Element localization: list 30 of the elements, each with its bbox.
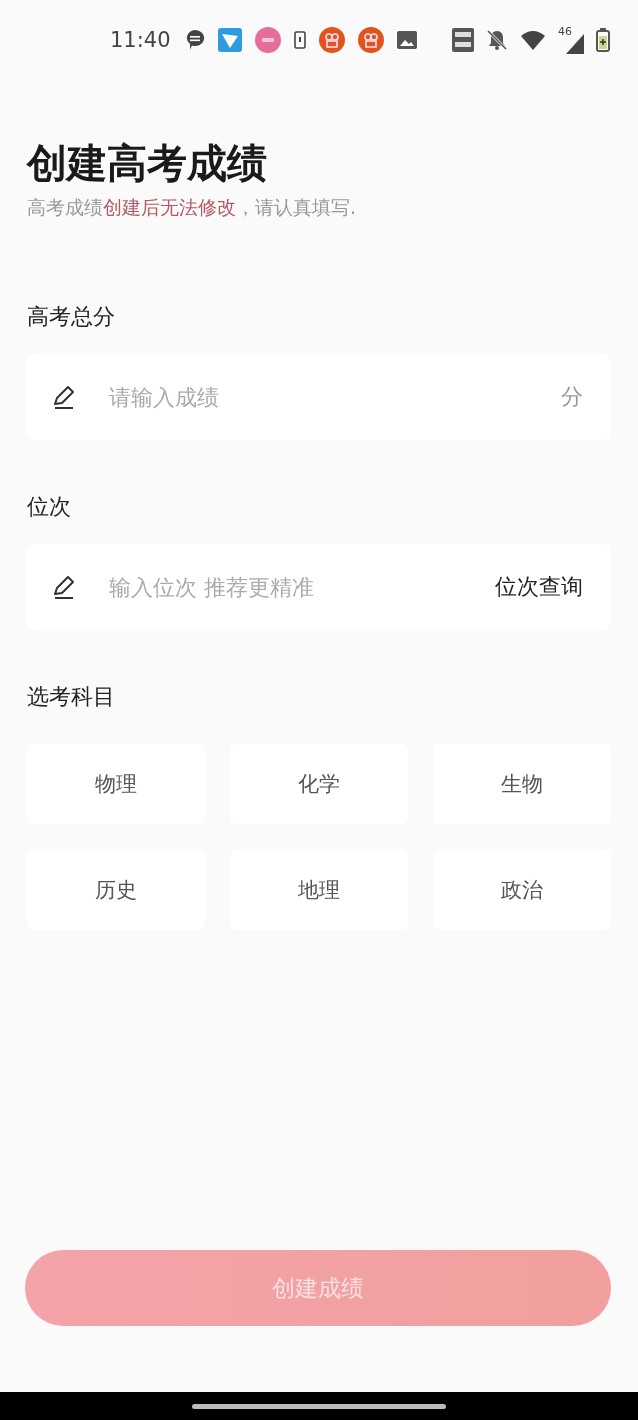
volte-icon [452,28,474,52]
section-label: 选考科目 [27,683,116,711]
app-icon [357,27,384,53]
subject-option[interactable]: 政治 [433,850,611,930]
unit-text: 分 [561,383,583,411]
app-icon [318,27,345,53]
app-icon [254,27,281,53]
subject-option[interactable]: 物理 [27,744,205,824]
rank-input-field[interactable]: 输入位次 推荐更精准 [107,573,495,601]
field-label: 位次 [27,493,72,521]
subject-option[interactable]: 地理 [230,850,408,930]
pencil-icon [51,384,77,410]
home-indicator[interactable] [192,1403,446,1409]
score-input-field[interactable]: 请输入成绩 [107,383,561,411]
field-label: 高考总分 [27,303,116,331]
notice-text: 高考成绩创建后无法修改，请认真填写. [27,195,358,220]
subject-option[interactable]: 生物 [433,744,611,824]
phone-icon [293,31,306,49]
status-time: 11:40 [110,28,171,52]
subject-option[interactable]: 化学 [230,744,408,824]
rank-lookup-link[interactable]: 位次查询 [495,572,583,602]
pencil-icon [51,574,77,600]
battery-icon [596,28,610,52]
subject-option[interactable]: 历史 [27,850,205,930]
app-icon [217,28,242,52]
bell-off-icon [486,29,508,51]
image-icon [396,31,417,49]
chat-bubble-icon [184,29,205,51]
page-title: 创建高考成绩 [27,139,268,188]
wifi-icon [520,30,546,50]
